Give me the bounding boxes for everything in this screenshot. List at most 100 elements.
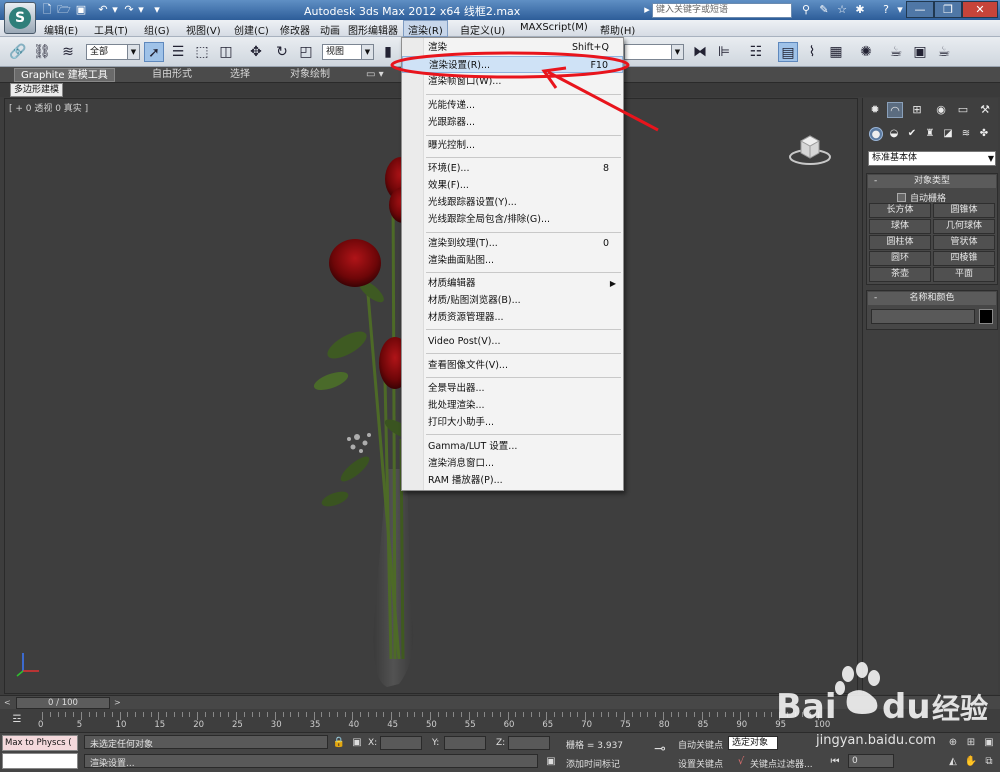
save-file-icon[interactable]: ▣ (74, 3, 88, 17)
layer-manager-icon[interactable]: ☷ (746, 42, 766, 62)
tab-object-paint[interactable]: 对象绘制 (290, 68, 330, 82)
material-editor-icon[interactable]: ✺ (856, 42, 876, 62)
menu-create[interactable]: 创建(C) (234, 22, 269, 37)
menu-graph-editors[interactable]: 图形编辑器 (348, 22, 398, 37)
maximize-viewport-icon[interactable]: ⧉ (982, 755, 996, 769)
display-panel-icon[interactable]: ▭ (955, 102, 971, 118)
time-tag-icon[interactable]: ▣ (544, 755, 558, 769)
hierarchy-panel-icon[interactable]: ⊞ (909, 102, 925, 118)
menu-item-light-tracer[interactable]: 光跟踪器... (402, 114, 623, 131)
render-production-icon[interactable]: ☕ (934, 42, 954, 62)
y-coordinate-field[interactable] (444, 736, 486, 750)
align-icon[interactable]: ⊫ (714, 42, 734, 62)
pan-view-icon[interactable]: ✋ (964, 755, 978, 769)
favorites-icon[interactable]: ☆ (834, 3, 850, 17)
menu-group[interactable]: 组(G) (144, 22, 170, 37)
menu-item-render-message-window[interactable]: 渲染消息窗口... (402, 455, 623, 472)
menu-item-rendered-frame-window[interactable]: 渲染帧窗口(W)... (402, 73, 623, 90)
menu-item-video-post[interactable]: Video Post(V)... (402, 333, 623, 350)
bind-space-warp-icon[interactable]: ≋ (58, 42, 78, 62)
pyramid-button[interactable]: 四棱锥 (933, 251, 995, 266)
systems-icon[interactable]: ✤ (977, 127, 991, 141)
select-object-icon[interactable]: ➚ (144, 42, 164, 62)
lock-selection-icon[interactable]: 🔒 (332, 736, 346, 750)
menu-item-view-image-file[interactable]: 查看图像文件(V)... (402, 357, 623, 374)
shapes-icon[interactable]: ◒ (887, 127, 901, 141)
ribbon-options-icon[interactable]: ▭ ▾ (366, 68, 384, 82)
tab-selection[interactable]: 选择 (230, 68, 250, 82)
key-filters-button[interactable]: 关键点过滤器... (750, 757, 813, 770)
x-coordinate-field[interactable] (380, 736, 422, 750)
teapot-button[interactable]: 茶壶 (869, 267, 931, 282)
select-and-scale-icon[interactable]: ◰ (296, 42, 316, 62)
minimize-button[interactable]: — (906, 1, 934, 18)
graphite-toggle-icon[interactable]: ▤ (778, 42, 798, 62)
category-dropdown[interactable]: 标准基本体 ▼ (868, 151, 996, 166)
menu-item-print-size-assistant[interactable]: 打印大小助手... (402, 414, 623, 431)
field-of-view-icon[interactable]: ◭ (946, 755, 960, 769)
tab-freeform[interactable]: 自由形式 (152, 68, 192, 82)
menu-customize[interactable]: 自定义(U) (460, 22, 505, 37)
rectangular-selection-icon[interactable]: ⬚ (192, 42, 212, 62)
cameras-icon[interactable]: ♜ (923, 127, 937, 141)
z-coordinate-field[interactable] (508, 736, 550, 750)
menu-item-material-explorer[interactable]: 材质资源管理器... (402, 309, 623, 326)
rendered-frame-window-icon[interactable]: ▣ (910, 42, 930, 62)
menu-item-gamma-lut-setup[interactable]: Gamma/LUT 设置... (402, 438, 623, 455)
absolute-mode-icon[interactable]: ▣ (350, 736, 364, 750)
menu-rendering[interactable]: 渲染(R) (403, 20, 448, 37)
motion-panel-icon[interactable]: ◉ (933, 102, 949, 118)
redo-dropdown-icon[interactable]: ▾ (134, 3, 148, 17)
add-time-tag[interactable]: 添加时间标记 (566, 757, 620, 770)
name-and-color-rollout-header[interactable]: - 名称和颜色 (868, 292, 996, 305)
geosphere-button[interactable]: 几何球体 (933, 219, 995, 234)
modify-panel-icon[interactable]: ◠ (887, 102, 903, 118)
menu-item-radiosity[interactable]: 光能传递... (402, 97, 623, 114)
create-panel-icon[interactable]: ✹ (867, 102, 883, 118)
lights-icon[interactable]: ✔ (905, 127, 919, 141)
selection-filter-dropdown[interactable]: 全部 ▼ (86, 44, 140, 60)
viewcube-icon[interactable] (787, 127, 833, 169)
schematic-view-icon[interactable]: ▦ (826, 42, 846, 62)
select-and-rotate-icon[interactable]: ↻ (272, 42, 292, 62)
maxscript-listener[interactable]: Max to Physcs ( (2, 735, 78, 751)
cone-button[interactable]: 圆锥体 (933, 203, 995, 218)
next-frame-icon[interactable]: > (114, 696, 121, 710)
object-color-swatch[interactable] (979, 309, 993, 324)
go-to-start-icon[interactable]: ⏮ (828, 755, 842, 769)
tab-polygon-modeling[interactable]: 多边形建模 (10, 83, 64, 97)
menu-item-render-surface-map[interactable]: 渲染曲面贴图... (402, 252, 623, 269)
menu-item-raytracer-settings[interactable]: 光线跟踪器设置(Y)... (402, 194, 623, 211)
close-button[interactable]: ✕ (962, 1, 998, 18)
select-and-link-icon[interactable]: 🔗 (8, 42, 28, 62)
curve-editor-icon[interactable]: ⌇ (802, 42, 822, 62)
maximize-button[interactable]: ❐ (934, 1, 962, 18)
menu-item-effects[interactable]: 效果(F)... (402, 177, 623, 194)
quick-access-dropdown-icon[interactable]: ▾ (150, 3, 164, 17)
window-crossing-icon[interactable]: ◫ (216, 42, 236, 62)
auto-key-button[interactable]: 自动关键点 (678, 738, 723, 751)
undo-dropdown-icon[interactable]: ▾ (108, 3, 122, 17)
geometry-icon[interactable]: ● (869, 127, 883, 141)
menu-item-raytrace-include-exclude[interactable]: 光线跟踪全局包含/排除(G)... (402, 211, 623, 228)
maxscript-listener-output[interactable] (2, 753, 78, 769)
viewport-label[interactable]: [ + 0 透视 0 真实 ] (9, 101, 88, 114)
menu-maxscript[interactable]: MAXScript(M) (520, 22, 588, 33)
menu-item-material-map-browser[interactable]: 材质/贴图浏览器(B)... (402, 292, 623, 309)
menu-item-environment[interactable]: 环境(E)... 8 (402, 160, 623, 177)
space-warps-icon[interactable]: ≋ (959, 127, 973, 141)
torus-button[interactable]: 圆环 (869, 251, 931, 266)
menu-item-render-setup[interactable]: 渲染设置(R)... F10 (402, 56, 623, 73)
select-by-name-icon[interactable]: ☰ (168, 42, 188, 62)
menu-item-render-to-texture[interactable]: 渲染到纹理(T)... 0 (402, 235, 623, 252)
tab-graphite-modeling[interactable]: Graphite 建模工具 (14, 68, 115, 82)
box-button[interactable]: 长方体 (869, 203, 931, 218)
cylinder-button[interactable]: 圆柱体 (869, 235, 931, 250)
render-setup-icon[interactable]: ☕ (886, 42, 906, 62)
reference-coordinate-dropdown[interactable]: 视图 ▼ (322, 44, 374, 60)
plane-button[interactable]: 平面 (933, 267, 995, 282)
menu-edit[interactable]: 编辑(E) (44, 22, 78, 37)
new-file-icon[interactable]: 🗋 (40, 3, 54, 17)
open-file-icon[interactable]: 🗁 (57, 3, 71, 17)
named-selection-sets-dropdown[interactable]: ▼ (624, 44, 684, 60)
